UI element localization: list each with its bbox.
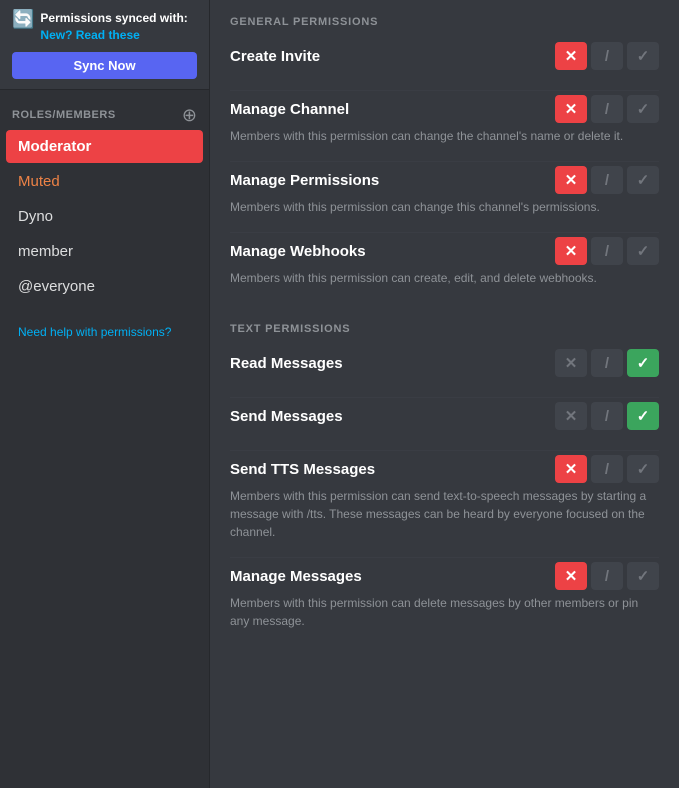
permission-row: Manage Permissions ✕ / ✓ [230, 166, 659, 194]
roles-label: ROLES/MEMBERS [12, 109, 116, 121]
permission-name: Send TTS Messages [230, 461, 375, 478]
permission-manage-channel: Manage Channel ✕ / ✓ Members with this p… [230, 95, 659, 162]
allow-button[interactable]: ✓ [627, 166, 659, 194]
permission-name: Manage Webhooks [230, 243, 366, 260]
neutral-button[interactable]: / [591, 166, 623, 194]
main-content: GENERAL PERMISSIONS Create Invite ✕ / ✓ … [210, 0, 679, 788]
permission-row: Manage Messages ✕ / ✓ [230, 562, 659, 590]
toggle-group: ✕ / ✓ [555, 166, 659, 194]
permission-name: Create Invite [230, 48, 320, 65]
toggle-group: ✕ / ✓ [555, 42, 659, 70]
neutral-button[interactable]: / [591, 95, 623, 123]
neutral-button[interactable]: / [591, 349, 623, 377]
deny-button[interactable]: ✕ [555, 95, 587, 123]
toggle-group: ✕ / ✓ [555, 237, 659, 265]
neutral-button[interactable]: / [591, 42, 623, 70]
text-permissions-section: TEXT PERMISSIONS Read Messages ✕ / ✓ Sen… [230, 323, 659, 646]
deny-button[interactable]: ✕ [555, 349, 587, 377]
sync-info: 🔄 Permissions synced with: New? Read the… [12, 10, 197, 44]
neutral-button[interactable]: / [591, 455, 623, 483]
toggle-group: ✕ / ✓ [555, 95, 659, 123]
sync-banner: 🔄 Permissions synced with: New? Read the… [0, 0, 209, 90]
permission-row: Send Messages ✕ / ✓ [230, 402, 659, 430]
permission-send-tts-messages: Send TTS Messages ✕ / ✓ Members with thi… [230, 455, 659, 558]
neutral-button[interactable]: / [591, 402, 623, 430]
permission-name: Send Messages [230, 408, 343, 425]
sidebar-item-moderator[interactable]: Moderator [6, 130, 203, 163]
allow-button[interactable]: ✓ [627, 402, 659, 430]
role-label: Dyno [18, 208, 53, 225]
permission-desc: Members with this permission can create,… [230, 269, 659, 287]
permission-manage-messages: Manage Messages ✕ / ✓ Members with this … [230, 562, 659, 646]
toggle-group: ✕ / ✓ [555, 402, 659, 430]
allow-button[interactable]: ✓ [627, 95, 659, 123]
allow-button[interactable]: ✓ [627, 237, 659, 265]
deny-button[interactable]: ✕ [555, 42, 587, 70]
text-section-title: TEXT PERMISSIONS [230, 323, 659, 335]
permission-create-invite: Create Invite ✕ / ✓ [230, 42, 659, 91]
general-section-title: GENERAL PERMISSIONS [230, 16, 659, 28]
deny-button[interactable]: ✕ [555, 166, 587, 194]
sidebar-item-everyone[interactable]: @everyone [6, 270, 203, 303]
toggle-group: ✕ / ✓ [555, 562, 659, 590]
allow-button[interactable]: ✓ [627, 349, 659, 377]
toggle-group: ✕ / ✓ [555, 349, 659, 377]
permission-row: Manage Channel ✕ / ✓ [230, 95, 659, 123]
sync-now-button[interactable]: Sync Now [12, 52, 197, 79]
neutral-button[interactable]: / [591, 237, 623, 265]
deny-button[interactable]: ✕ [555, 562, 587, 590]
permission-name: Read Messages [230, 355, 343, 372]
permission-name: Manage Channel [230, 101, 349, 118]
sidebar-item-muted[interactable]: Muted [6, 165, 203, 198]
sync-banner-link[interactable]: New? Read these [40, 28, 139, 42]
permission-row: Read Messages ✕ / ✓ [230, 349, 659, 377]
permission-desc: Members with this permission can change … [230, 198, 659, 216]
allow-button[interactable]: ✓ [627, 42, 659, 70]
help-link[interactable]: Need help with permissions? [12, 325, 197, 339]
permission-desc: Members with this permission can change … [230, 127, 659, 145]
role-label: Moderator [18, 138, 91, 155]
sync-icon: 🔄 [12, 10, 34, 28]
permission-send-messages: Send Messages ✕ / ✓ [230, 402, 659, 451]
allow-button[interactable]: ✓ [627, 455, 659, 483]
permission-read-messages: Read Messages ✕ / ✓ [230, 349, 659, 398]
role-label: member [18, 243, 73, 260]
sync-banner-text: Permissions synced with: [40, 11, 187, 25]
add-role-icon[interactable]: ⊕ [182, 106, 197, 124]
deny-button[interactable]: ✕ [555, 402, 587, 430]
neutral-button[interactable]: / [591, 562, 623, 590]
general-permissions-section: GENERAL PERMISSIONS Create Invite ✕ / ✓ … [230, 16, 659, 303]
role-label: Muted [18, 173, 60, 190]
permission-desc: Members with this permission can send te… [230, 487, 659, 541]
sync-text: Permissions synced with: New? Read these [40, 10, 197, 44]
permission-manage-webhooks: Manage Webhooks ✕ / ✓ Members with this … [230, 237, 659, 303]
deny-button[interactable]: ✕ [555, 237, 587, 265]
sidebar-item-member[interactable]: member [6, 235, 203, 268]
deny-button[interactable]: ✕ [555, 455, 587, 483]
permission-manage-permissions: Manage Permissions ✕ / ✓ Members with th… [230, 166, 659, 233]
permission-name: Manage Permissions [230, 172, 379, 189]
permission-row: Manage Webhooks ✕ / ✓ [230, 237, 659, 265]
permission-row: Create Invite ✕ / ✓ [230, 42, 659, 70]
toggle-group: ✕ / ✓ [555, 455, 659, 483]
allow-button[interactable]: ✓ [627, 562, 659, 590]
role-label: @everyone [18, 278, 95, 295]
permission-name: Manage Messages [230, 568, 362, 585]
permission-row: Send TTS Messages ✕ / ✓ [230, 455, 659, 483]
sidebar-item-dyno[interactable]: Dyno [6, 200, 203, 233]
roles-header: ROLES/MEMBERS ⊕ [0, 90, 209, 130]
sidebar: 🔄 Permissions synced with: New? Read the… [0, 0, 210, 788]
permission-desc: Members with this permission can delete … [230, 594, 659, 630]
